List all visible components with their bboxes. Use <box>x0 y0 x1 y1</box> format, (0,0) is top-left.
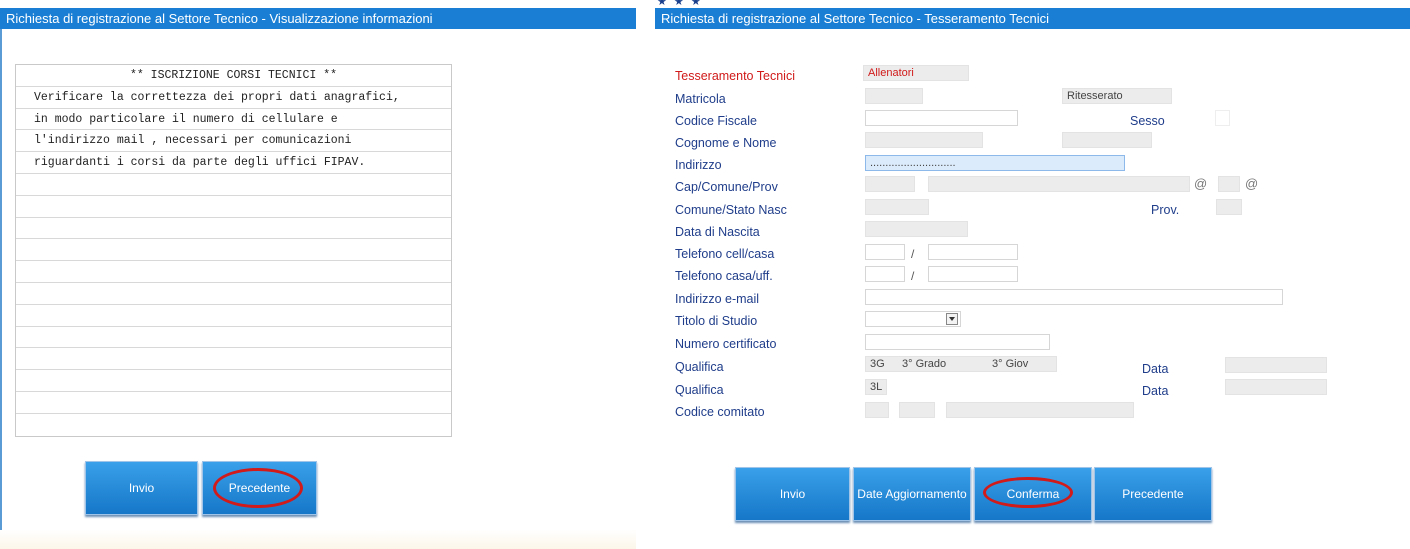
info-row <box>16 239 451 262</box>
label-cognome-nome: Cognome e Nome <box>675 136 777 150</box>
comune-nascita-field[interactable] <box>865 199 929 215</box>
sesso-field[interactable] <box>1215 110 1230 126</box>
stars-logo: ★ ★ ★ <box>657 0 703 8</box>
codice-comitato-3[interactable] <box>946 402 1134 418</box>
info-heading: ** ISCRIZIONE CORSI TECNICI ** <box>16 65 451 87</box>
bottom-fade <box>0 530 636 549</box>
info-row <box>16 283 451 305</box>
data-2-field[interactable] <box>1225 379 1327 395</box>
info-row <box>16 370 451 392</box>
prov-lookup-icon[interactable]: @ <box>1245 176 1258 191</box>
invio-button[interactable]: Invio <box>735 467 850 521</box>
label-codice-comitato: Codice comitato <box>675 405 765 419</box>
label-numero-certificato: Numero certificato <box>675 337 777 351</box>
data-1-field[interactable] <box>1225 357 1327 373</box>
form-panel: ★ ★ ★ Richiesta di registrazione al Sett… <box>655 0 1410 549</box>
info-row: in modo particolare il numero di cellula… <box>16 109 451 131</box>
label-telefono-uff: Telefono casa/uff. <box>675 269 773 283</box>
qualifica-2-field[interactable]: 3L <box>865 379 887 395</box>
info-row <box>16 174 451 196</box>
form-title-bar: Richiesta di registrazione al Settore Te… <box>655 8 1410 29</box>
conferma-button[interactable]: Conferma <box>974 467 1092 521</box>
telefono-cell-prefix[interactable] <box>865 244 905 260</box>
label-matricola: Matricola <box>675 92 726 106</box>
qualifica-1-code: 3G <box>870 358 885 370</box>
precedente-button[interactable]: Precedente <box>1094 467 1212 521</box>
slash-separator: / <box>911 247 915 261</box>
info-row <box>16 196 451 218</box>
precedente-button[interactable]: Precedente <box>202 461 317 515</box>
slash-separator: / <box>911 269 915 283</box>
codice-fiscale-field[interactable] <box>865 110 1018 126</box>
label-indirizzo: Indirizzo <box>675 158 722 172</box>
info-row: l'indirizzo mail , necessari per comunic… <box>16 130 451 153</box>
codice-comitato-2[interactable] <box>899 402 935 418</box>
label-prov: Prov. <box>1151 203 1180 217</box>
label-sesso: Sesso <box>1130 114 1165 128</box>
label-codice-fiscale: Codice Fiscale <box>675 114 757 128</box>
label-qualifica-2: Qualifica <box>675 383 724 397</box>
data-nascita-field[interactable] <box>865 221 968 237</box>
nome-field[interactable] <box>1062 132 1152 148</box>
label-email: Indirizzo e-mail <box>675 292 760 306</box>
qualifica-1-grade: 3° Grado <box>902 358 947 370</box>
info-row: riguardanti i corsi da parte degli uffic… <box>16 152 451 174</box>
info-row <box>16 305 451 327</box>
label-telefono-cell: Telefono cell/casa <box>675 247 775 261</box>
email-field[interactable] <box>865 289 1283 305</box>
qualifica-1-field[interactable]: 3G 3° Grado 3° Giov <box>865 356 1057 372</box>
invio-button[interactable]: Invio <box>85 461 198 515</box>
label-comune-stato-nasc: Comune/Stato Nasc <box>675 203 787 217</box>
panel-border <box>0 29 2 549</box>
info-row <box>16 327 451 349</box>
label-tesseramento: Tesseramento Tecnici <box>675 69 795 83</box>
titolo-studio-select[interactable] <box>865 311 961 327</box>
info-row <box>16 218 451 240</box>
ritesserato-field[interactable]: Ritesserato <box>1062 88 1172 104</box>
comune-field[interactable] <box>928 176 1190 192</box>
info-title-bar: Richiesta di registrazione al Settore Te… <box>0 8 636 29</box>
label-cap-comune-prov: Cap/Comune/Prov <box>675 180 778 194</box>
telefono-uff-prefix[interactable] <box>865 266 905 282</box>
info-text-table: ** ISCRIZIONE CORSI TECNICI ** Verificare… <box>15 64 452 437</box>
label-data-nascita: Data di Nascita <box>675 225 760 239</box>
matricola-field[interactable] <box>865 88 923 104</box>
chevron-down-icon[interactable] <box>946 313 958 325</box>
comune-lookup-icon[interactable]: @ <box>1194 176 1207 191</box>
telefono-cell-number[interactable] <box>928 244 1018 260</box>
tesseramento-field[interactable]: Allenatori <box>863 65 969 81</box>
info-row <box>16 348 451 371</box>
cap-field[interactable] <box>865 176 915 192</box>
label-data-1: Data <box>1142 362 1169 376</box>
info-row <box>16 392 451 414</box>
info-panel: Richiesta di registrazione al Settore Te… <box>0 0 636 549</box>
info-row <box>16 261 451 283</box>
label-qualifica-1: Qualifica <box>675 360 724 374</box>
codice-comitato-1[interactable] <box>865 402 889 418</box>
label-titolo-studio: Titolo di Studio <box>675 314 758 328</box>
info-row: Verificare la correttezza dei propri dat… <box>16 87 451 109</box>
info-row <box>16 414 451 436</box>
qualifica-1-extra: 3° Giov <box>992 358 1029 370</box>
date-aggiornamento-button[interactable]: Date Aggiornamento <box>853 467 971 521</box>
cognome-field[interactable] <box>865 132 983 148</box>
label-data-2: Data <box>1142 384 1169 398</box>
numero-certificato-field[interactable] <box>865 334 1050 350</box>
indirizzo-field[interactable]: ............................ <box>865 155 1125 171</box>
telefono-uff-number[interactable] <box>928 266 1018 282</box>
prov-nascita-field[interactable] <box>1216 199 1242 215</box>
prov-field[interactable] <box>1218 176 1240 192</box>
